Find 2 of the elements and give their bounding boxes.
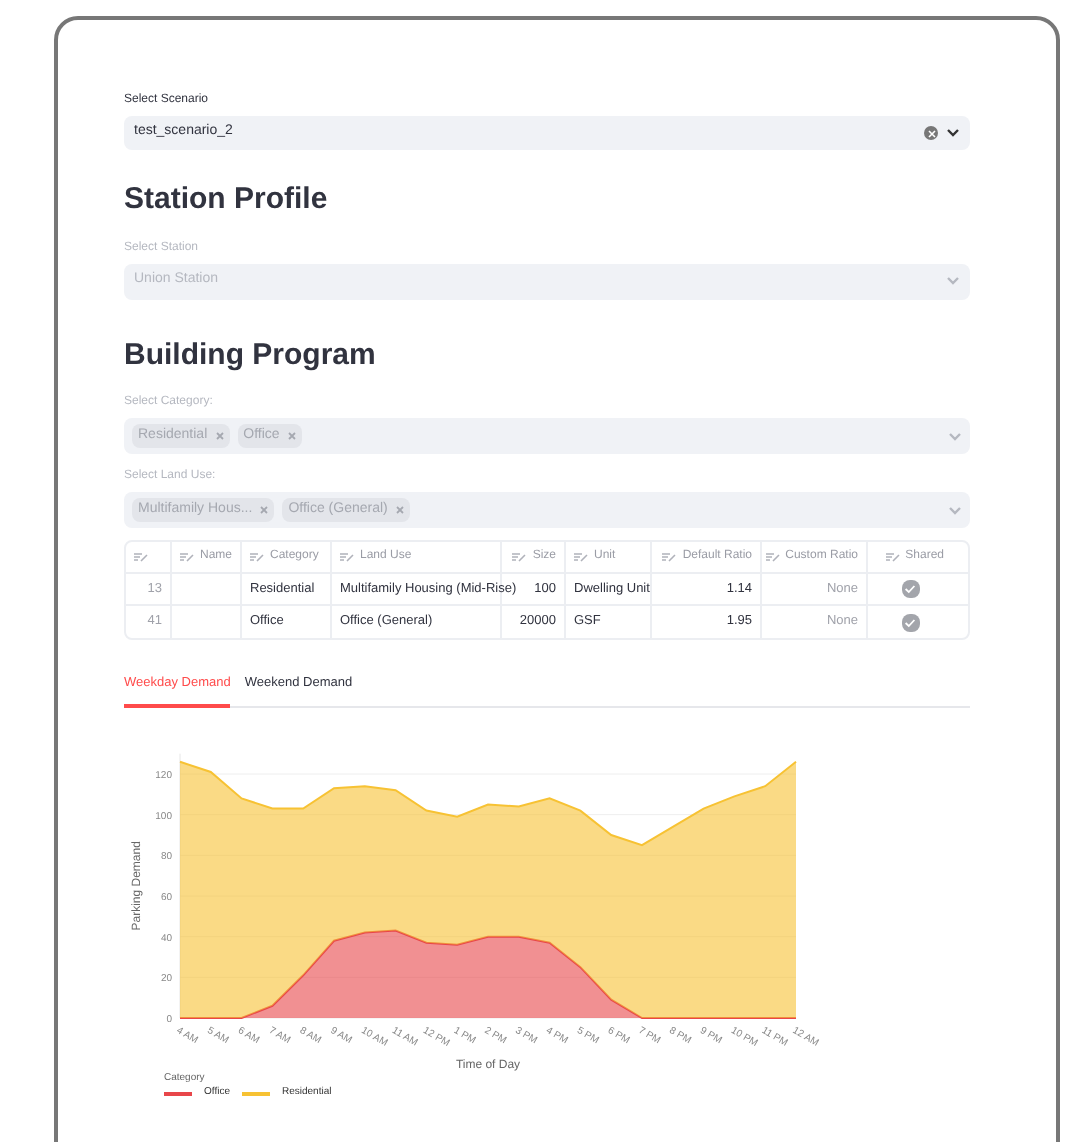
section-heading: Station Profile (124, 180, 330, 220)
section-heading: Building Program (124, 335, 378, 375)
